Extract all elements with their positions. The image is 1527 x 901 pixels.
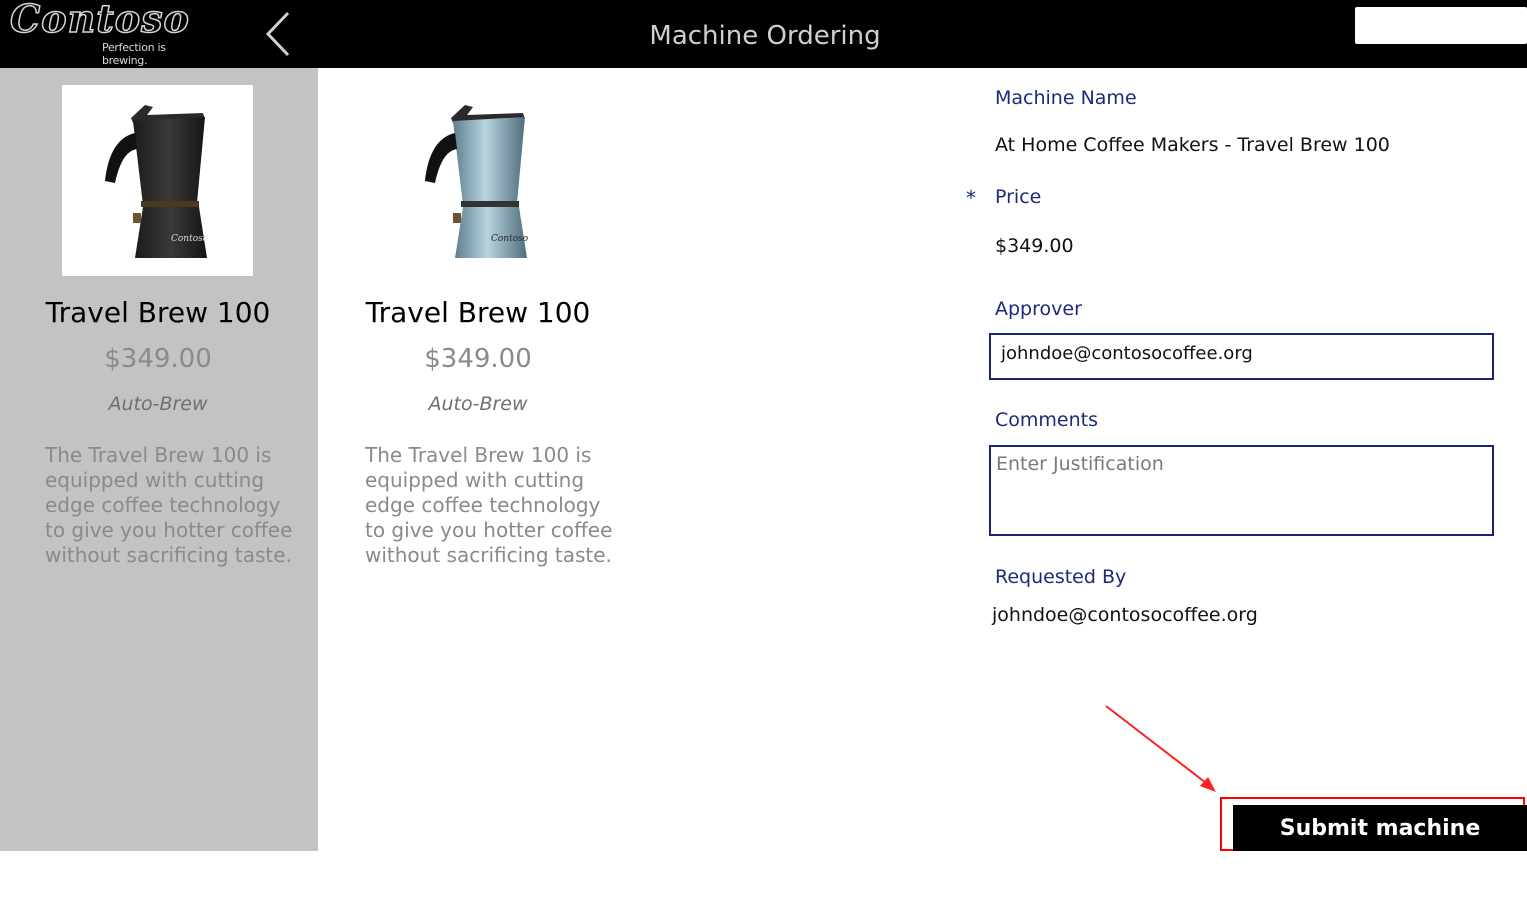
annotation-arrow-icon [1105,705,1216,792]
back-button[interactable] [260,8,300,60]
contoso-logo: Contoso Perfection is brewing. [9,0,210,67]
comments-textarea[interactable]: Enter Justification [989,445,1494,536]
coffee-maker-steel-icon: Contoso [424,105,529,258]
page-title: Machine Ordering [649,21,881,51]
requested-by-value: johndoe@contosocoffee.org [992,604,1258,626]
approver-label: Approver [995,298,1082,320]
approver-input-value: johndoe@contosocoffee.org [1001,343,1253,364]
chevron-left-icon [265,11,290,57]
svg-text:Contoso: Contoso [491,234,529,244]
product-image-1[interactable]: Contoso [62,85,253,276]
comments-placeholder: Enter Justification [996,453,1164,475]
product-description-1: The Travel Brew 100 is equipped with cut… [45,443,293,567]
header-blank-control[interactable] [1355,7,1527,44]
coffee-maker-dark-icon: Contoso [104,105,209,258]
machine-name-label: Machine Name [995,87,1137,109]
machine-name-value: At Home Coffee Makers - Travel Brew 100 [995,134,1390,156]
logo-wordmark: Contoso [9,0,190,42]
app-header: Contoso Perfection is brewing. Machine O… [0,0,1527,68]
product-image-2[interactable]: Contoso [382,85,573,276]
svg-text:Contoso: Contoso [171,234,209,244]
approver-input[interactable]: johndoe@contosocoffee.org [989,333,1494,380]
requested-by-label: Requested By [995,566,1127,588]
price-label: Price [995,186,1042,208]
product-name-1[interactable]: Travel Brew 100 [8,296,308,329]
price-value: $349.00 [995,235,1074,257]
product-type-2: Auto-Brew [428,393,528,415]
product-name-2[interactable]: Travel Brew 100 [328,296,628,329]
product-price-2: $349.00 [424,344,532,374]
product-description-2: The Travel Brew 100 is equipped with cut… [365,443,613,567]
comments-label: Comments [995,409,1098,431]
product-type-1: Auto-Brew [108,393,208,415]
required-indicator: * [966,186,976,210]
product-price-1: $349.00 [104,344,212,374]
logo-tagline: Perfection is brewing. [102,41,166,67]
submit-machine-request-button[interactable]: Submit machine request [1233,805,1527,889]
